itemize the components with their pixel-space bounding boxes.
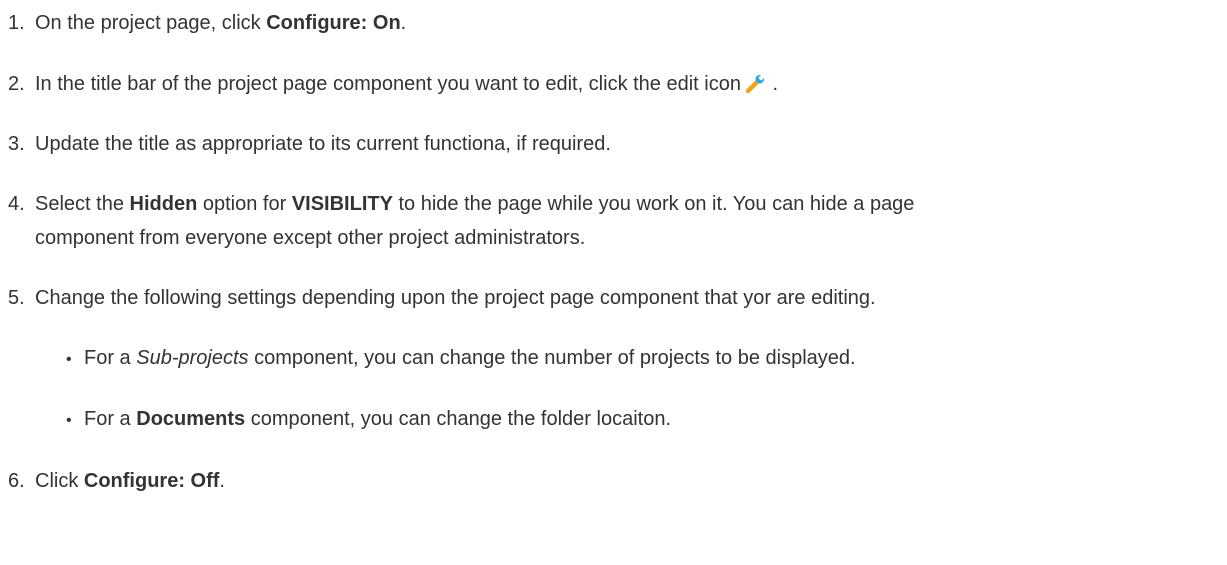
step-punctuation: . [766, 73, 779, 95]
step-text: option for [197, 193, 292, 215]
step-text: Select the [35, 193, 130, 215]
step-number: 4. [8, 193, 25, 215]
bullet: • [66, 412, 72, 429]
step-1: 1. On the project page, click Configure: … [8, 6, 1219, 40]
step-2: 2. In the title bar of the project page c… [8, 67, 1219, 101]
step-text: Update the title as appropriate to its c… [35, 133, 611, 155]
substep-sub-projects: • For a Sub-projects component, you can c… [66, 341, 1219, 377]
substep-documents: • For a Documents component, you can chan… [66, 402, 1219, 438]
ui-label-hidden: Hidden [129, 193, 198, 215]
ui-label-visibility: VISIBILITY [291, 193, 393, 215]
step-number: 1. [8, 12, 25, 34]
substep-text: For a [84, 408, 137, 430]
step-number: 6. [8, 470, 25, 492]
component-name-sub-projects: Sub-projects [136, 347, 249, 369]
wrench-icon [745, 71, 767, 94]
substep-text: component, you can change the folder loc… [245, 408, 671, 430]
step-4: 4. Select the Hidden option for VISIBILIT… [8, 187, 1219, 255]
step-text: Change the following settings depending … [35, 287, 876, 309]
step-number: 2. [8, 73, 25, 95]
component-name-documents: Documents [136, 408, 246, 430]
step-text: On the project page, click [35, 12, 267, 34]
bullet: • [66, 351, 72, 368]
ui-label-configure-off: Configure: Off [83, 470, 220, 492]
step-text: Click [35, 470, 84, 492]
step-text: to hide the page while you work on it. Y… [392, 193, 915, 215]
step-5: 5. Change the following settings dependin… [8, 281, 1219, 315]
step-punctuation: . [400, 12, 407, 34]
step-6: 6. Click Configure: Off. [8, 464, 1219, 498]
step-number: 5. [8, 287, 25, 309]
step-3: 3. Update the title as appropriate to its… [8, 127, 1219, 161]
substep-text: component, you can change the number of … [248, 347, 856, 369]
step-text: In the title bar of the project page com… [35, 73, 741, 95]
ui-label-configure-on: Configure: On [266, 12, 401, 34]
step-text-continuation: component from everyone except other pro… [35, 227, 586, 249]
substep-text: For a [84, 347, 137, 369]
step-punctuation: . [219, 470, 225, 492]
step-number: 3. [8, 133, 25, 155]
